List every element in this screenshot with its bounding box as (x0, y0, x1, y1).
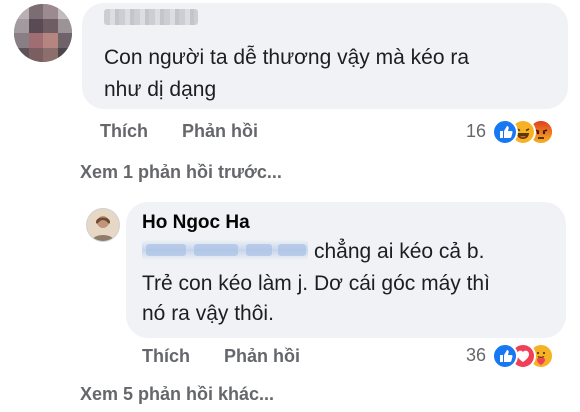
commenter-avatar[interactable] (14, 4, 72, 62)
reply-text-line-2: Trẻ con kéo làm j. Dơ cái góc máy thì (142, 272, 490, 295)
reply-reply-button[interactable]: Phản hồi (224, 346, 300, 367)
reply-reaction-summary[interactable]: 36 (466, 343, 576, 369)
comment-text-line-1: Con người ta dễ thương vậy mà kéo ra (104, 46, 470, 69)
like-button[interactable]: Thích (100, 121, 148, 142)
reply-text-line-1: chẳng ai kéo cả b. (314, 240, 485, 263)
reply-text-line-3: nó ra vậy thôi. (142, 302, 274, 325)
reply-button[interactable]: Phản hồi (182, 121, 258, 142)
comment-text-line-2: như dị dạng (104, 78, 217, 101)
view-more-replies-link[interactable]: Xem 5 phản hồi khác... (80, 384, 274, 405)
mentioned-user-redacted[interactable] (142, 240, 308, 260)
reply-reaction-count: 36 (466, 345, 487, 365)
reply-author-avatar[interactable] (86, 208, 120, 242)
reaction-summary[interactable]: 16 (466, 119, 576, 145)
like-reaction-icon (492, 343, 518, 369)
reaction-count: 16 (466, 121, 487, 141)
commenter-name-redacted (104, 9, 198, 25)
view-previous-replies-link[interactable]: Xem 1 phản hồi trước... (80, 162, 282, 183)
reply-author-name[interactable]: Ho Ngoc Ha (142, 212, 250, 234)
reply-like-button[interactable]: Thích (142, 346, 190, 367)
like-reaction-icon (492, 119, 518, 145)
